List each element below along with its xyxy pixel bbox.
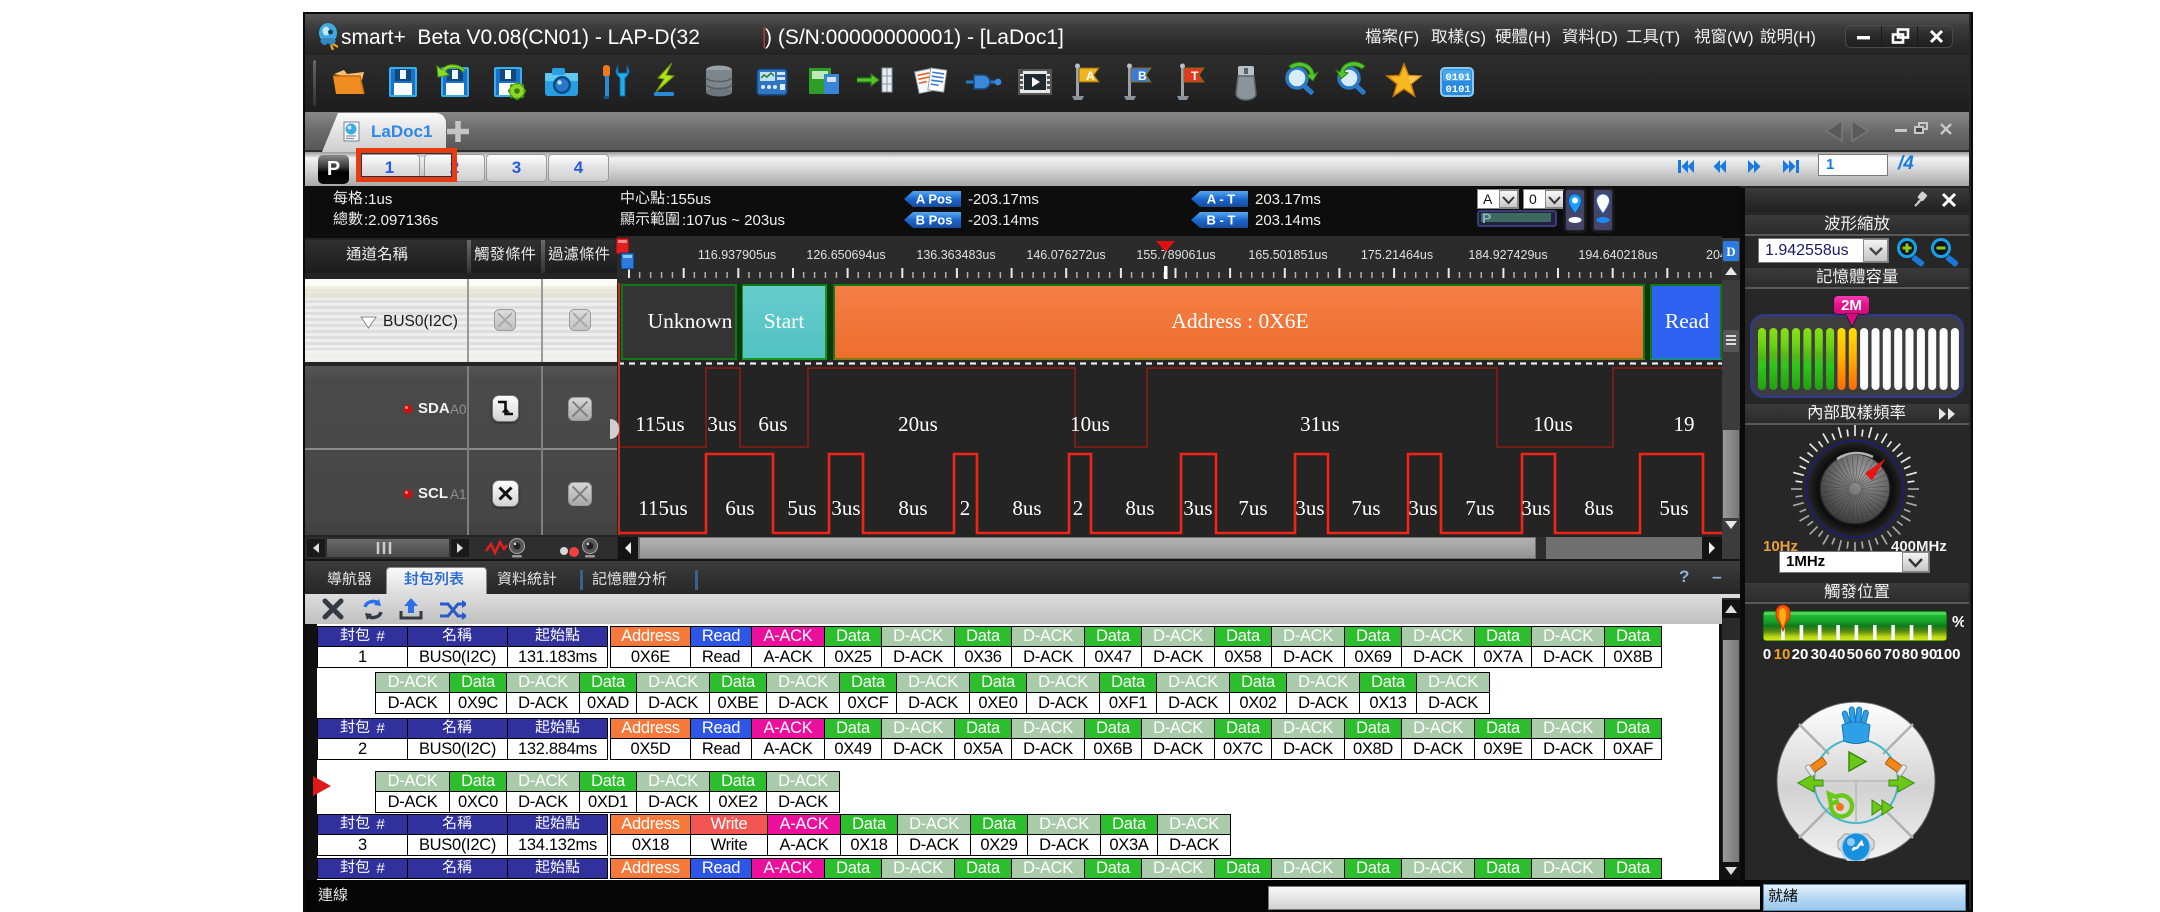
svg-text:B Pos: B Pos [916,213,953,228]
svg-text:A - T: A - T [1207,192,1235,207]
svg-text:A: A [1086,69,1095,83]
svg-text:A Pos: A Pos [916,192,952,207]
svg-text:0101: 0101 [1446,84,1471,96]
svg-text:0101: 0101 [1446,72,1471,84]
svg-text:%: % [1952,614,1964,631]
svg-text:B: B [1138,69,1147,83]
svg-text:T: T [1191,69,1199,83]
svg-text:D: D [1726,244,1735,259]
svg-text:B - T: B - T [1207,213,1236,228]
